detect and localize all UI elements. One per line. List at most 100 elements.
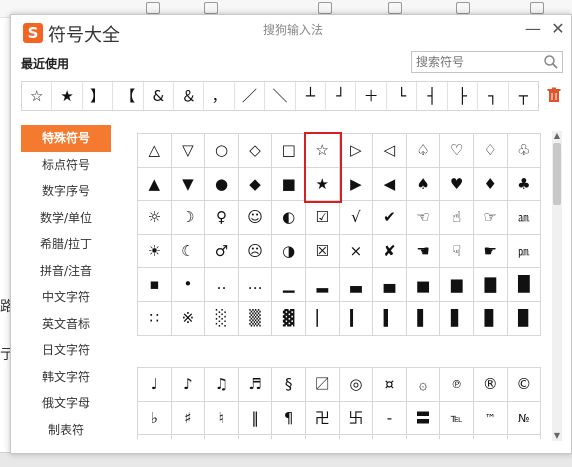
symbol-cell[interactable]: ○ bbox=[205, 134, 239, 168]
symbol-search-box[interactable] bbox=[411, 51, 563, 73]
recent-symbol[interactable]: ☆ bbox=[22, 82, 53, 110]
category-item[interactable]: 特殊符号 bbox=[21, 125, 111, 152]
symbol-cell[interactable]: ◆ bbox=[238, 167, 273, 202]
symbol-cell[interactable]: ◑ bbox=[272, 234, 306, 269]
symbol-cell[interactable]: ◎ bbox=[339, 368, 374, 402]
symbol-cell[interactable]: ☑ bbox=[305, 201, 340, 235]
recent-symbol[interactable]: ├ bbox=[448, 82, 479, 110]
recent-symbol[interactable]: ┐ bbox=[478, 82, 509, 110]
symbol-cell[interactable]: ▒ bbox=[238, 301, 273, 336]
category-item[interactable]: 俄文字母 bbox=[21, 390, 111, 417]
symbol-cell[interactable]: • bbox=[171, 268, 206, 302]
category-item[interactable]: 标点符号 bbox=[21, 152, 111, 179]
symbol-cell[interactable]: ♩ bbox=[138, 368, 172, 402]
symbol-cell[interactable]: ▆ bbox=[440, 268, 474, 302]
symbol-cell[interactable] bbox=[172, 435, 206, 439]
symbol-cell[interactable] bbox=[373, 435, 407, 439]
symbol-cell[interactable]: ☛ bbox=[473, 234, 508, 269]
symbol-cell[interactable]: ∷ bbox=[138, 301, 172, 336]
symbol-cell[interactable]: ♥ bbox=[440, 167, 474, 202]
scroll-thumb[interactable] bbox=[553, 143, 561, 205]
symbol-cell[interactable]: ♪ bbox=[171, 368, 206, 402]
symbol-cell[interactable]: ░ bbox=[205, 301, 239, 336]
symbol-cell[interactable] bbox=[340, 435, 374, 439]
symbol-cell[interactable]: ✘ bbox=[373, 234, 407, 269]
recent-symbol[interactable]: 【 bbox=[113, 82, 144, 110]
symbol-cell[interactable] bbox=[440, 435, 474, 439]
symbol-cell[interactable] bbox=[272, 435, 306, 439]
symbol-cell[interactable] bbox=[306, 435, 340, 439]
close-button[interactable]: ✕ bbox=[548, 19, 568, 39]
symbol-cell[interactable]: ▲ bbox=[138, 167, 172, 202]
symbol-cell[interactable]: ▇ bbox=[473, 268, 508, 302]
category-item[interactable]: 制表符 bbox=[21, 417, 111, 444]
recent-symbol[interactable]: └ bbox=[387, 82, 418, 110]
symbol-cell[interactable]: ▂ bbox=[305, 268, 340, 302]
symbol-cell[interactable]: ▄ bbox=[373, 268, 407, 302]
symbol-cell[interactable]: ▃ bbox=[339, 268, 374, 302]
clear-recent-trash-icon[interactable] bbox=[546, 87, 562, 103]
recent-symbol[interactable]: ┬ bbox=[509, 82, 538, 110]
symbol-cell[interactable]: ▷ bbox=[339, 134, 374, 168]
symbol-cell[interactable]: ☟ bbox=[440, 234, 474, 269]
category-item[interactable]: 日文字符 bbox=[21, 337, 111, 364]
recent-symbol[interactable]: ┤ bbox=[417, 82, 448, 110]
symbol-cell[interactable]: ☝ bbox=[440, 201, 474, 235]
symbol-cell[interactable]: ♤ bbox=[406, 134, 441, 168]
symbol-cell[interactable]: √ bbox=[339, 201, 374, 235]
minimize-button[interactable]: — bbox=[523, 19, 543, 39]
symbol-cell[interactable]: ۞ bbox=[406, 368, 441, 402]
symbol-cell[interactable]: ☾ bbox=[171, 234, 206, 269]
symbol-cell[interactable]: ☒ bbox=[305, 234, 340, 269]
category-item[interactable]: 韩文字符 bbox=[21, 364, 111, 391]
recent-symbol[interactable]: 】 bbox=[83, 82, 114, 110]
search-input[interactable] bbox=[416, 54, 536, 70]
recent-symbol[interactable]: ＆ bbox=[174, 82, 205, 110]
symbol-cell[interactable]: ™ bbox=[473, 401, 508, 436]
category-item[interactable]: 数字序号 bbox=[21, 178, 111, 205]
symbol-cell[interactable]: ▊ bbox=[473, 301, 508, 336]
symbol-cell[interactable]: ▉ bbox=[507, 301, 542, 336]
recent-symbol[interactable]: ＋ bbox=[356, 82, 387, 110]
symbol-cell[interactable]: ♠ bbox=[406, 167, 441, 202]
symbol-cell[interactable]: ▋ bbox=[440, 301, 474, 336]
symbol-cell[interactable]: … bbox=[238, 268, 273, 302]
symbol-cell[interactable]: ‥ bbox=[205, 268, 239, 302]
symbol-cell[interactable] bbox=[138, 435, 172, 439]
symbol-cell[interactable] bbox=[205, 435, 239, 439]
symbol-cell[interactable]: ▪ bbox=[138, 268, 172, 302]
symbol-cell[interactable]: ◁ bbox=[373, 134, 407, 168]
scroll-down-arrow-icon[interactable]: ▼ bbox=[552, 431, 562, 441]
symbol-cell[interactable]: ♡ bbox=[440, 134, 474, 168]
symbol-cell[interactable]: ▽ bbox=[171, 134, 206, 168]
symbol-cell[interactable]: ■ bbox=[272, 167, 306, 202]
symbol-cell[interactable]: 〼 bbox=[305, 368, 340, 402]
symbol-cell[interactable]: ♭ bbox=[138, 401, 172, 436]
category-item[interactable]: 中文字符 bbox=[21, 284, 111, 311]
symbol-cell[interactable]: ℡ bbox=[440, 401, 474, 436]
symbol-cell[interactable]: ☽ bbox=[171, 201, 206, 235]
recent-symbol[interactable]: & bbox=[144, 82, 175, 110]
title-bar[interactable]: S 符号大全 搜狗输入法 — ✕ bbox=[11, 15, 571, 51]
symbol-cell[interactable]: ㏂ bbox=[507, 201, 542, 235]
category-item[interactable]: 英文音标 bbox=[21, 311, 111, 338]
symbol-cell[interactable]: ▎ bbox=[339, 301, 374, 336]
symbol-cell[interactable]: □ bbox=[272, 134, 306, 168]
recent-symbol[interactable]: ┘ bbox=[326, 82, 357, 110]
symbol-cell[interactable]: ☹ bbox=[238, 234, 273, 269]
symbol-cell[interactable]: ☀ bbox=[138, 234, 172, 269]
symbol-cell[interactable] bbox=[474, 435, 508, 439]
symbol-cell[interactable]: ♀ bbox=[205, 201, 239, 235]
recent-symbol[interactable]: ／ bbox=[235, 82, 266, 110]
recent-symbol[interactable]: ， bbox=[204, 82, 235, 110]
scroll-up-arrow-icon[interactable]: ▲ bbox=[552, 131, 562, 141]
symbol-cell[interactable]: ✔ bbox=[373, 201, 407, 235]
symbol-cell[interactable] bbox=[239, 435, 273, 439]
symbol-cell[interactable]: ▼ bbox=[171, 167, 206, 202]
symbol-cell[interactable]: ♧ bbox=[507, 134, 542, 168]
symbol-cell[interactable]: ® bbox=[473, 368, 508, 402]
recent-symbol[interactable]: ＼ bbox=[265, 82, 296, 110]
symbol-cell[interactable]: ▓ bbox=[272, 301, 306, 336]
category-item[interactable]: 拼音/注音 bbox=[21, 258, 111, 285]
symbol-cell[interactable]: ♢ bbox=[473, 134, 508, 168]
